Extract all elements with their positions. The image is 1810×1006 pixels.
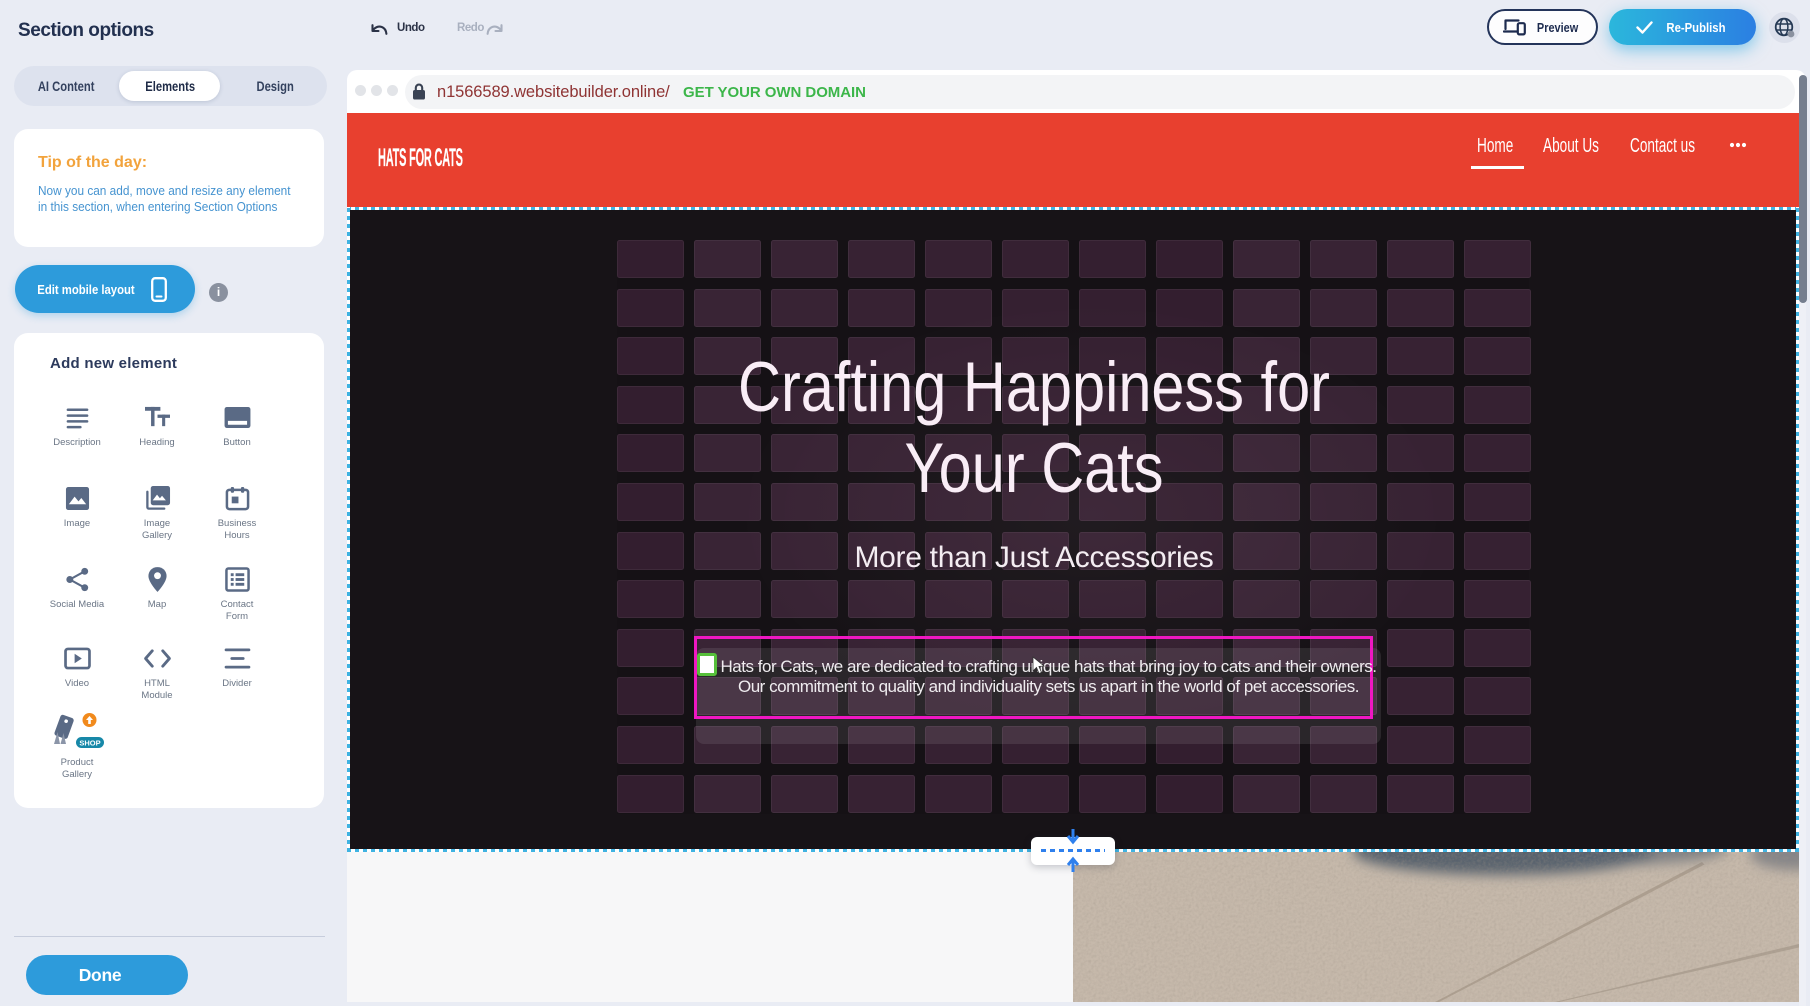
svg-text:SHOP: SHOP: [79, 738, 100, 747]
